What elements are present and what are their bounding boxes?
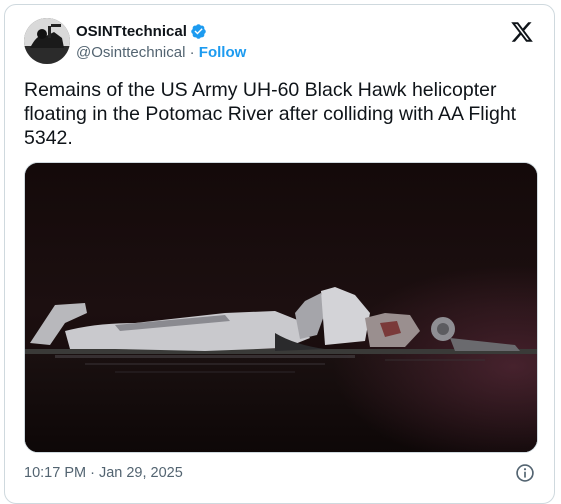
tweet-footer: 10:17 PM · Jan 29, 2025 [24, 463, 538, 485]
follow-button[interactable]: Follow [199, 44, 247, 61]
avatar-image [24, 18, 70, 64]
display-name[interactable]: OSINTtechnical [76, 23, 187, 40]
verified-badge-icon [191, 23, 206, 39]
separator: · [189, 44, 195, 61]
info-icon[interactable] [515, 463, 535, 483]
tweet-text: Remains of the US Army UH-60 Black Hawk … [24, 79, 517, 149]
avatar[interactable] [24, 18, 70, 64]
x-logo-icon[interactable] [510, 20, 534, 44]
tweet-photo[interactable] [24, 162, 538, 453]
tweet-card[interactable]: OSINTtechnical @Osinttechnical · Follow … [4, 4, 555, 504]
tweet-header: OSINTtechnical @Osinttechnical · Follow [24, 18, 538, 66]
handle[interactable]: @Osinttechnical [76, 44, 185, 61]
helicopter-wreckage-photo [25, 163, 537, 452]
timestamp[interactable]: 10:17 PM · Jan 29, 2025 [24, 465, 183, 481]
